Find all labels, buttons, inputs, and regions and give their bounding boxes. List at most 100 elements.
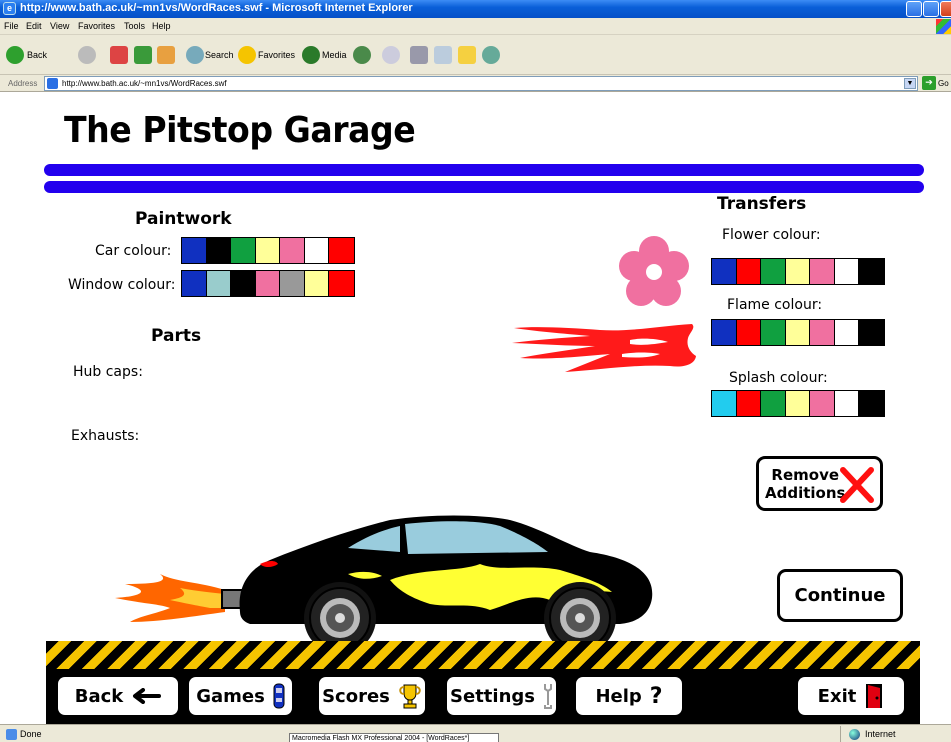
continue-button[interactable]: Continue [777, 569, 903, 622]
favorites-star-icon[interactable] [238, 46, 256, 64]
flower-swatch-7[interactable] [859, 259, 884, 284]
flame-swatch-4[interactable] [785, 320, 810, 345]
back-arrow-icon[interactable] [6, 46, 24, 64]
menu-view[interactable]: View [50, 21, 69, 31]
flame-swatch-5[interactable] [810, 320, 835, 345]
rear-wheel [309, 587, 371, 647]
discuss-icon[interactable] [458, 46, 476, 64]
page-title: The Pitstop Garage [64, 110, 416, 151]
flower-swatch-3[interactable] [761, 259, 786, 284]
flame-swatch-7[interactable] [859, 320, 884, 345]
splash-swatch-7[interactable] [859, 391, 884, 416]
history-icon[interactable] [353, 46, 371, 64]
go-arrow-icon[interactable]: ➔ [922, 76, 936, 90]
menu-edit[interactable]: Edit [26, 21, 42, 31]
messenger-icon[interactable] [482, 46, 500, 64]
back-toolbar-label[interactable]: Back [27, 50, 47, 60]
go-button[interactable]: Go [938, 79, 949, 88]
close-button[interactable] [940, 1, 951, 17]
settings-label: Settings [450, 685, 535, 707]
bottom-nav-bar: Back Games Scores Settings Help ? Exit [46, 669, 920, 724]
window-titlebar: e http://www.bath.ac.uk/~mn1vs/WordRaces… [0, 0, 951, 18]
back-button[interactable]: Back [58, 677, 178, 715]
favorites-toolbar-label[interactable]: Favorites [258, 50, 295, 60]
stop-icon[interactable] [110, 46, 128, 64]
refresh-icon[interactable] [134, 46, 152, 64]
page-icon [47, 78, 58, 89]
menu-favorites[interactable]: Favorites [78, 21, 115, 31]
remove-additions-button[interactable]: Remove Additions [756, 456, 883, 511]
scores-button[interactable]: Scores [319, 677, 425, 715]
splash-colour-palette [711, 390, 885, 417]
splash-swatch-3[interactable] [761, 391, 786, 416]
mail-icon[interactable] [382, 46, 400, 64]
media-toolbar-label[interactable]: Media [322, 50, 347, 60]
car-swatch-3[interactable] [231, 238, 256, 263]
window-swatch-1[interactable] [182, 271, 207, 296]
chevron-down-icon[interactable]: ▼ [904, 78, 916, 89]
settings-button[interactable]: Settings [447, 677, 556, 715]
splash-swatch-4[interactable] [785, 391, 810, 416]
splash-swatch-5[interactable] [810, 391, 835, 416]
edit-icon[interactable] [434, 46, 452, 64]
flower-swatch-1[interactable] [712, 259, 737, 284]
car-swatch-4[interactable] [255, 238, 280, 263]
address-label: Address [8, 79, 38, 88]
front-wheel [549, 587, 611, 647]
menu-help[interactable]: Help [152, 21, 171, 31]
car-swatch-6[interactable] [304, 238, 329, 263]
window-colour-label: Window colour: [68, 277, 176, 293]
address-bar: Address http://www.bath.ac.uk/~mn1vs/Wor… [0, 75, 951, 92]
flame-swatch-6[interactable] [834, 320, 859, 345]
window-swatch-5[interactable] [280, 271, 305, 296]
left-arrow-icon [133, 688, 162, 704]
games-button[interactable]: Games [189, 677, 292, 715]
title-stripe-bottom [44, 181, 924, 193]
splash-swatch-2[interactable] [736, 391, 761, 416]
window-swatch-7[interactable] [329, 271, 354, 296]
flower-swatch-4[interactable] [785, 259, 810, 284]
maximize-button[interactable] [923, 1, 939, 17]
help-button[interactable]: Help ? [576, 677, 682, 715]
window-swatch-6[interactable] [304, 271, 329, 296]
menu-file[interactable]: File [4, 21, 19, 31]
address-url[interactable]: http://www.bath.ac.uk/~mn1vs/WordRaces.s… [62, 79, 227, 88]
address-input[interactable]: http://www.bath.ac.uk/~mn1vs/WordRaces.s… [44, 76, 918, 91]
splash-swatch-1[interactable] [712, 391, 737, 416]
flower-swatch-2[interactable] [736, 259, 761, 284]
hazard-stripe [46, 641, 920, 669]
red-cross-icon [840, 467, 874, 503]
spanner-icon [543, 684, 552, 709]
flower-swatch-5[interactable] [810, 259, 835, 284]
car-swatch-5[interactable] [280, 238, 305, 263]
flame-swatch-2[interactable] [736, 320, 761, 345]
splash-swatch-6[interactable] [834, 391, 859, 416]
minimize-button[interactable] [906, 1, 922, 17]
question-mark-icon: ? [649, 683, 663, 709]
print-icon[interactable] [410, 46, 428, 64]
car-swatch-2[interactable] [206, 238, 231, 263]
flame-swatch-3[interactable] [761, 320, 786, 345]
ie-logo-icon: e [3, 2, 16, 15]
flame-swatch-1[interactable] [712, 320, 737, 345]
internet-globe-icon [849, 729, 860, 740]
car-swatch-1[interactable] [182, 238, 207, 263]
window-swatch-2[interactable] [206, 271, 231, 296]
car-colour-palette [181, 237, 355, 264]
media-icon[interactable] [302, 46, 320, 64]
flame-transfer-icon[interactable] [510, 316, 700, 378]
forward-arrow-icon[interactable] [78, 46, 96, 64]
car-swatch-7[interactable] [329, 238, 354, 263]
trophy-icon [399, 684, 421, 709]
window-swatch-3[interactable] [231, 271, 256, 296]
window-swatch-4[interactable] [255, 271, 280, 296]
flower-swatch-6[interactable] [834, 259, 859, 284]
menu-tools[interactable]: Tools [124, 21, 145, 31]
exit-button[interactable]: Exit [798, 677, 904, 715]
scores-label: Scores [322, 685, 390, 707]
flower-transfer-icon[interactable] [616, 234, 692, 310]
home-icon[interactable] [157, 46, 175, 64]
search-icon[interactable] [186, 46, 204, 64]
car-colour-label: Car colour: [95, 243, 172, 259]
search-toolbar-label[interactable]: Search [205, 50, 234, 60]
